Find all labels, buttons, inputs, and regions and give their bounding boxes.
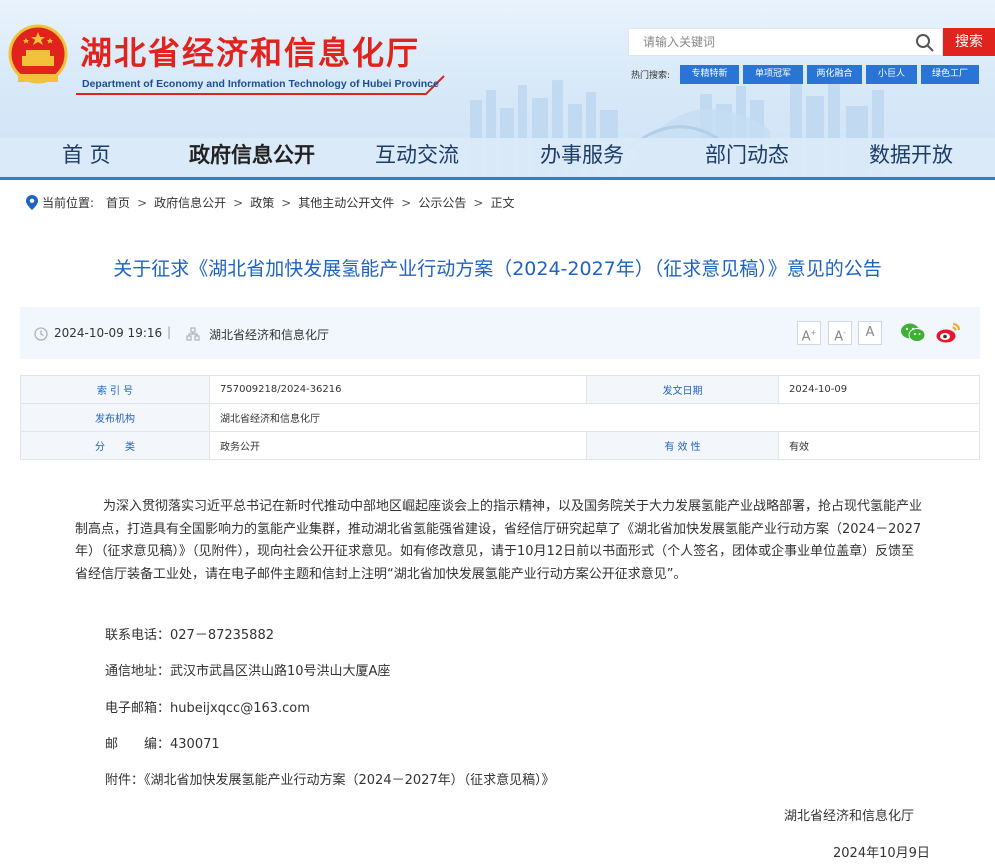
breadcrumb: 当前位置: 首页 > 政府信息公开 > 政策 > 其他主动公开文件 > 公示公告… (26, 194, 514, 211)
font-size-large-label: A (801, 329, 811, 345)
index-number-value: 757009218/2024-36216 (209, 375, 587, 404)
breadcrumb-separator: > (473, 195, 484, 210)
document-info-table: 索 引 号 757009218/2024-36216 发文日期 2024-10-… (20, 375, 980, 460)
index-number-label: 索 引 号 (20, 375, 210, 404)
breadcrumb-policy[interactable]: 政策 (250, 194, 274, 211)
publish-date: 2024-10-09 19:16 (54, 326, 163, 340)
site-subtitle-banner: Department of Economy and Information Te… (76, 74, 446, 96)
font-size-medium-button[interactable]: A- (828, 321, 852, 345)
main-nav: 首 页 政府信息公开 互动交流 办事服务 部门动态 数据开放 (0, 134, 995, 176)
article-title: 关于征求《湖北省加快发展氢能产业行动方案（2024-2027年）（征求意见稿）》… (113, 258, 882, 280)
contact-email: 电子邮箱：hubeijxqcc@163.com (105, 701, 310, 716)
breadcrumb-other-files[interactable]: 其他主动公开文件 (298, 194, 394, 211)
nav-item-dept-news[interactable]: 部门动态 (705, 139, 789, 169)
category-value: 政务公开 (209, 431, 587, 460)
attachment-link[interactable]: 附件：《湖北省加快发展氢能产业行动方案（2024－2027年）（征求意见稿）》 (105, 769, 555, 788)
national-emblem-logo (8, 24, 68, 84)
issue-date-value: 2024-10-09 (778, 375, 980, 404)
breadcrumb-separator: > (281, 195, 292, 210)
meta-divider: | (167, 325, 172, 339)
breadcrumb-separator: > (233, 195, 244, 210)
nav-item-interaction[interactable]: 互动交流 (375, 139, 459, 169)
nav-divider (0, 177, 995, 180)
search-input[interactable] (629, 29, 909, 55)
article-paragraph: 为深入贯彻落实习近平总书记在新时代推动中部地区崛起座谈会上的指示精神，以及国务院… (75, 499, 923, 582)
article-meta-bar: 2024-10-09 19:16 | 湖北省经济和信息化厅 A+ A- A (20, 307, 980, 359)
signature-organization: 湖北省经济和信息化厅 (784, 809, 915, 824)
breadcrumb-label: 当前位置: (42, 196, 95, 210)
hot-tag-lianghuaronghe[interactable]: 两化融合 (807, 65, 862, 84)
contact-phone: 联系电话：027－87235882 (105, 628, 274, 643)
search-icon[interactable] (915, 33, 935, 53)
search-box (628, 28, 943, 56)
nav-item-services[interactable]: 办事服务 (540, 139, 624, 169)
issue-date-label: 发文日期 (586, 375, 779, 404)
hot-tag-lvsegongchang[interactable]: 绿色工厂 (921, 65, 979, 84)
nav-item-gov-info[interactable]: 政府信息公开 (189, 139, 315, 169)
breadcrumb-current: 正文 (490, 196, 515, 210)
font-size-reset-button[interactable]: A (858, 321, 882, 345)
wechat-icon[interactable] (900, 320, 926, 346)
font-size-large-button[interactable]: A+ (797, 321, 821, 345)
category-label: 分 类 (20, 431, 210, 460)
mailing-address: 通信地址：武汉市武昌区洪山路10号洪山大厦A座 (105, 664, 391, 679)
font-size-reset-label: A (865, 325, 875, 340)
nav-item-home[interactable]: 首 页 (62, 139, 111, 169)
site-title: 湖北省经济和信息化厅 (80, 34, 421, 72)
breadcrumb-gov-info[interactable]: 政府信息公开 (154, 194, 226, 211)
search-button[interactable]: 搜索 (943, 28, 995, 56)
validity-value: 有效 (778, 431, 980, 460)
hot-search-label: 热门搜索: (631, 71, 671, 81)
weibo-icon[interactable] (935, 320, 961, 346)
publisher-value: 湖北省经济和信息化厅 (209, 403, 980, 432)
organization-icon (186, 327, 200, 341)
location-pin-icon (26, 195, 38, 210)
source-organization: 湖北省经济和信息化厅 (209, 328, 330, 342)
table-row: 分 类 政务公开 有 效 性 有效 (20, 431, 980, 460)
validity-label: 有 效 性 (586, 431, 779, 460)
signature-date: 2024年10月9日 (833, 846, 930, 861)
breadcrumb-separator: > (401, 195, 412, 210)
clock-icon (34, 327, 48, 341)
article-body: 为深入贯彻落实习近平总书记在新时代推动中部地区崛起座谈会上的指示精神，以及国务院… (75, 496, 925, 586)
site-header: 湖北省经济和信息化厅 Department of Economy and Inf… (0, 0, 995, 180)
breadcrumb-separator: > (137, 195, 148, 210)
hot-tag-zhuanjingtexin[interactable]: 专精特新 (680, 65, 739, 84)
font-size-medium-label: A (834, 329, 844, 345)
breadcrumb-home[interactable]: 首页 (106, 194, 130, 211)
publisher-label: 发布机构 (20, 403, 210, 432)
table-row: 索 引 号 757009218/2024-36216 发文日期 2024-10-… (20, 375, 980, 404)
site-subtitle: Department of Economy and Information Te… (82, 78, 439, 90)
breadcrumb-notices[interactable]: 公示公告 (418, 194, 466, 211)
hot-tag-xiaojuren[interactable]: 小巨人 (866, 65, 917, 84)
hot-tag-danxiangguanjun[interactable]: 单项冠军 (743, 65, 803, 84)
nav-item-open-data[interactable]: 数据开放 (869, 139, 953, 169)
postal-code: 邮 编：430071 (105, 737, 220, 752)
hot-search-tags: 专精特新 单项冠军 两化融合 小巨人 绿色工厂 (680, 65, 979, 84)
table-row: 发布机构 湖北省经济和信息化厅 (20, 403, 980, 432)
